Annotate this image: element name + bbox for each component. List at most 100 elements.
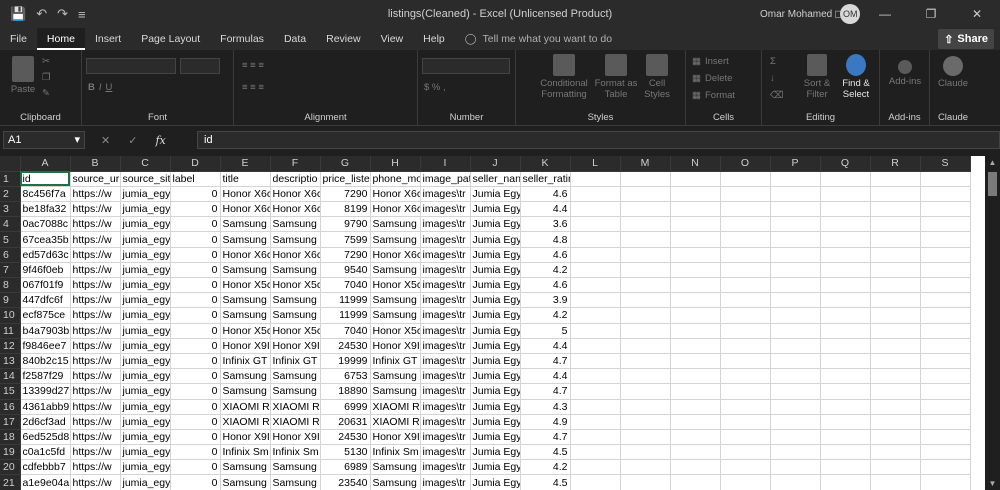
- cell[interactable]: [570, 444, 621, 461]
- cell[interactable]: 0: [170, 262, 221, 279]
- cell[interactable]: 067f01f9: [20, 277, 71, 294]
- cell[interactable]: jumia_egy: [120, 399, 171, 415]
- cell[interactable]: Samsung G: [370, 231, 421, 248]
- cell[interactable]: images\tr: [420, 216, 471, 233]
- cell[interactable]: Samsung G: [370, 292, 421, 309]
- cell[interactable]: [670, 429, 721, 446]
- cell[interactable]: XIAOMI Re: [370, 414, 421, 430]
- underline-icon[interactable]: U: [106, 82, 113, 93]
- cell[interactable]: [620, 186, 671, 203]
- cell[interactable]: Samsung G: [220, 216, 271, 233]
- cell[interactable]: [620, 292, 671, 309]
- scroll-down-icon[interactable]: ▼: [987, 479, 998, 488]
- cell[interactable]: Samsung G: [370, 368, 421, 385]
- cell[interactable]: images\tr: [420, 231, 471, 248]
- cell[interactable]: [820, 444, 871, 461]
- cell[interactable]: [570, 292, 621, 309]
- cell[interactable]: [570, 353, 621, 370]
- column-header[interactable]: O: [720, 156, 771, 172]
- cell[interactable]: 0: [170, 429, 221, 446]
- find-select-button[interactable]: Find & Select: [836, 54, 876, 100]
- cell[interactable]: [570, 414, 621, 430]
- cell[interactable]: Samsung G: [270, 231, 321, 248]
- cell[interactable]: [720, 444, 771, 461]
- cell[interactable]: 11999: [320, 292, 371, 309]
- column-header[interactable]: Q: [820, 156, 871, 172]
- cell[interactable]: [570, 429, 621, 446]
- cell[interactable]: [920, 353, 971, 370]
- cell[interactable]: Jumia Egy: [470, 429, 521, 446]
- cell[interactable]: [620, 338, 671, 354]
- cell[interactable]: c0a1c5fd: [20, 444, 71, 461]
- cell[interactable]: Samsung G: [220, 474, 271, 490]
- cell[interactable]: source_ur: [70, 171, 121, 187]
- cell[interactable]: Jumia Egy: [470, 186, 521, 203]
- cell[interactable]: 23540: [320, 474, 371, 490]
- column-header[interactable]: R: [870, 156, 921, 172]
- cell[interactable]: https://w: [70, 307, 121, 324]
- cell[interactable]: source_sit: [120, 171, 171, 187]
- row-header[interactable]: 2: [0, 186, 21, 203]
- cell[interactable]: b4a7903b: [20, 323, 71, 339]
- cell[interactable]: [820, 353, 871, 370]
- cell[interactable]: 3.9: [520, 292, 571, 309]
- cell[interactable]: [770, 307, 821, 324]
- cell[interactable]: https://w: [70, 262, 121, 279]
- cell[interactable]: [920, 459, 971, 476]
- cell[interactable]: [720, 216, 771, 233]
- format-as-table-button[interactable]: Format as Table: [594, 54, 638, 100]
- cell[interactable]: [770, 292, 821, 309]
- cell[interactable]: jumia_egy: [120, 247, 171, 263]
- redo-icon[interactable]: ↷: [57, 6, 68, 22]
- cell[interactable]: [920, 383, 971, 400]
- row-header[interactable]: 3: [0, 201, 21, 218]
- column-header[interactable]: H: [370, 156, 421, 172]
- cell[interactable]: 7040: [320, 277, 371, 294]
- cell[interactable]: Infinix Sm: [270, 444, 321, 461]
- cell[interactable]: [720, 459, 771, 476]
- cell[interactable]: jumia_egy: [120, 201, 171, 218]
- cell[interactable]: https://w: [70, 338, 121, 354]
- cell[interactable]: [670, 444, 721, 461]
- maximize-icon[interactable]: ❐: [908, 0, 954, 28]
- cell[interactable]: Samsung G: [370, 307, 421, 324]
- font-name-select[interactable]: [86, 58, 176, 74]
- cell[interactable]: [820, 201, 871, 218]
- cell[interactable]: [920, 323, 971, 339]
- cell[interactable]: jumia_egy: [120, 368, 171, 385]
- cell[interactable]: [570, 262, 621, 279]
- cell[interactable]: Honor X5c: [370, 277, 421, 294]
- cell[interactable]: 0: [170, 338, 221, 354]
- cell[interactable]: jumia_egy: [120, 444, 171, 461]
- cell[interactable]: Samsung G: [370, 216, 421, 233]
- cell[interactable]: Honor X6c: [270, 186, 321, 203]
- cell[interactable]: images\tr: [420, 323, 471, 339]
- cell[interactable]: [620, 383, 671, 400]
- cell[interactable]: Jumia Egy: [470, 444, 521, 461]
- cell[interactable]: [870, 474, 921, 490]
- autosum-icon[interactable]: Σ: [770, 56, 776, 67]
- cell[interactable]: [670, 414, 721, 430]
- cell[interactable]: 9540: [320, 262, 371, 279]
- row-header[interactable]: 7: [0, 262, 21, 279]
- cell[interactable]: [570, 186, 621, 203]
- column-header[interactable]: A: [20, 156, 71, 172]
- cell[interactable]: [720, 231, 771, 248]
- cell[interactable]: XIAOMI Re: [220, 399, 271, 415]
- cell[interactable]: [820, 231, 871, 248]
- row-header[interactable]: 21: [0, 474, 21, 490]
- cell[interactable]: jumia_egy: [120, 459, 171, 476]
- cell[interactable]: [870, 323, 921, 339]
- cell[interactable]: https://w: [70, 216, 121, 233]
- cell[interactable]: 0: [170, 277, 221, 294]
- cell[interactable]: Samsung G: [220, 262, 271, 279]
- cell[interactable]: [770, 201, 821, 218]
- cell[interactable]: [770, 247, 821, 263]
- cell[interactable]: [870, 459, 921, 476]
- cell[interactable]: a1e9e04a: [20, 474, 71, 490]
- cell[interactable]: [570, 399, 621, 415]
- cell[interactable]: Jumia Egy: [470, 231, 521, 248]
- cell[interactable]: https://w: [70, 444, 121, 461]
- tab-data[interactable]: Data: [274, 28, 316, 50]
- cell[interactable]: 840b2c15: [20, 353, 71, 370]
